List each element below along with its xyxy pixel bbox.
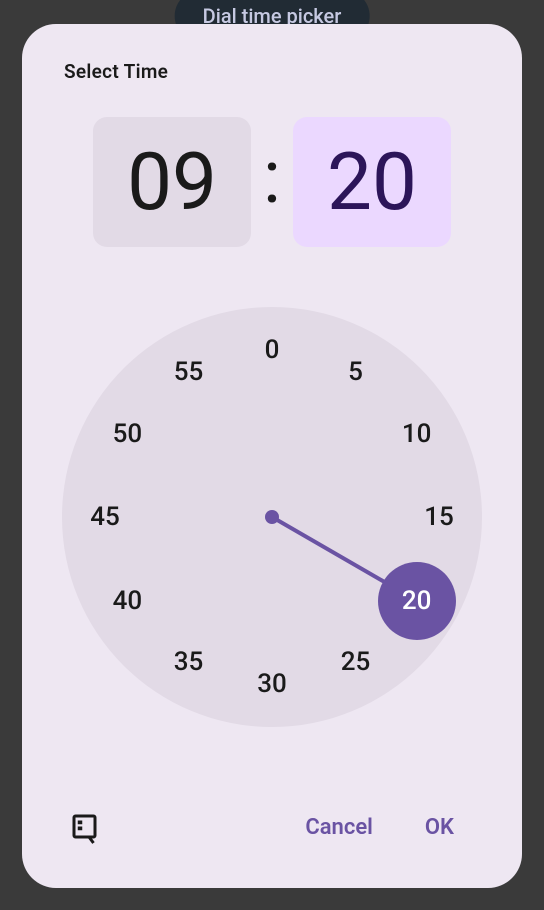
cancel-button[interactable]: Cancel bbox=[279, 803, 399, 852]
keyboard-input-icon[interactable] bbox=[68, 810, 104, 846]
modal-title: Select Time bbox=[64, 60, 484, 83]
hours-field[interactable]: 09 bbox=[93, 117, 251, 247]
action-bar: Cancel OK bbox=[60, 795, 484, 860]
clock-tick-15[interactable]: 15 bbox=[415, 493, 463, 541]
time-colon: : bbox=[263, 141, 281, 223]
clock-center bbox=[265, 510, 279, 524]
clock-dial[interactable]: 05 10 15 20 25 30 35 40 45 50 55 bbox=[62, 307, 482, 727]
ok-button[interactable]: OK bbox=[399, 803, 480, 852]
clock-tick-40[interactable]: 40 bbox=[103, 577, 151, 625]
clock-tick-55[interactable]: 55 bbox=[165, 348, 213, 396]
clock-tick-10[interactable]: 10 bbox=[393, 410, 441, 458]
clock-tick-25[interactable]: 25 bbox=[332, 638, 380, 686]
time-picker-modal: Select Time 09 : 20 05 10 15 20 25 30 35 40 45 50… bbox=[22, 24, 522, 888]
clock-tick-35[interactable]: 35 bbox=[165, 638, 213, 686]
clock-tick-30[interactable]: 30 bbox=[248, 660, 296, 708]
clock-tick-45[interactable]: 45 bbox=[81, 493, 129, 541]
clock-tick-0[interactable]: 0 bbox=[248, 326, 296, 374]
time-display: 09 : 20 bbox=[60, 117, 484, 247]
minutes-field[interactable]: 20 bbox=[293, 117, 451, 247]
clock-tick-5[interactable]: 5 bbox=[332, 348, 380, 396]
clock-tick-20[interactable]: 20 bbox=[393, 577, 441, 625]
clock-tick-50[interactable]: 50 bbox=[103, 410, 151, 458]
